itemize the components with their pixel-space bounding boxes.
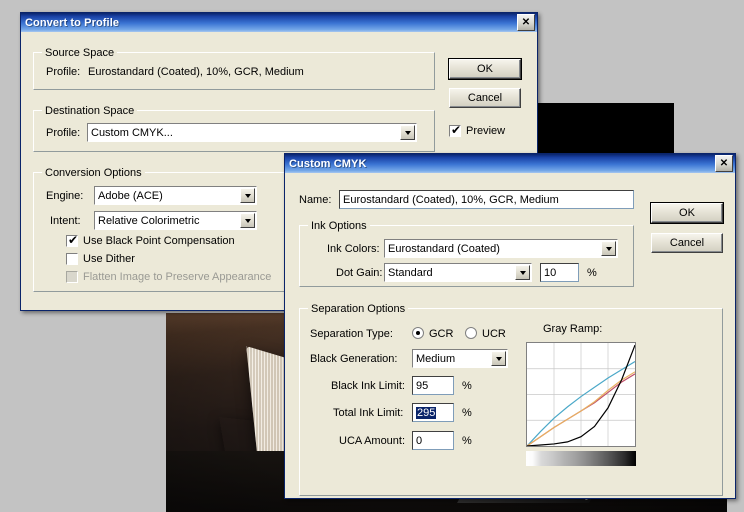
total-ink-limit-unit: % — [462, 407, 472, 419]
chevron-down-icon[interactable] — [515, 265, 530, 280]
convert-dialog-titlebar[interactable]: Convert to Profile ✕ — [21, 13, 537, 32]
source-space-group: Source Space Profile: Eurostandard (Coat… — [33, 47, 435, 90]
chevron-down-icon[interactable] — [601, 241, 616, 256]
destination-space-title: Destination Space — [42, 105, 138, 117]
preview-label: Preview — [466, 125, 506, 137]
dot-gain-label: Dot Gain: — [336, 267, 383, 279]
destination-profile-value: Custom CMYK... — [91, 126, 173, 139]
uca-amount-value: 0 — [416, 434, 423, 447]
close-icon[interactable]: ✕ — [715, 155, 733, 172]
black-ink-limit-input[interactable]: 95 — [412, 376, 454, 395]
separation-type-gcr-label: GCR — [429, 328, 454, 340]
flatten-image-label: Flatten Image to Preserve Appearance — [83, 271, 272, 283]
separation-type-gcr-radio[interactable] — [412, 327, 424, 339]
black-ink-limit-value: 95 — [416, 379, 429, 392]
intent-value: Relative Colorimetric — [98, 214, 200, 227]
separation-options-title: Separation Options — [308, 303, 409, 315]
black-point-compensation-checkbox[interactable]: ✔ — [66, 233, 79, 247]
gray-ramp-chart — [526, 342, 636, 447]
black-image-block — [525, 103, 674, 157]
source-profile-label: Profile: — [46, 66, 81, 78]
black-generation-label: Black Generation: — [310, 353, 398, 365]
custom-cmyk-ok-button[interactable]: OK — [650, 202, 724, 224]
separation-type-ucr-label: UCR — [482, 328, 506, 340]
use-dither-checkbox[interactable] — [66, 253, 78, 265]
intent-label: Intent: — [50, 215, 81, 227]
radio-dot-icon — [416, 331, 420, 335]
uca-amount-label: UCA Amount: — [339, 435, 406, 447]
check-icon: ✔ — [451, 123, 462, 137]
dot-gain-unit: % — [587, 267, 597, 279]
ink-options-group: Ink Options Ink Colors: Eurostandard (Co… — [299, 220, 634, 287]
gray-ramp-curves — [527, 343, 635, 446]
custom-cmyk-dialog: Custom CMYK ✕ Name: Eurostandard (Coated… — [284, 153, 736, 499]
black-ink-limit-label: Black Ink Limit: — [331, 380, 405, 392]
gray-ramp-label: Gray Ramp: — [543, 323, 603, 335]
chevron-down-icon[interactable] — [240, 188, 255, 203]
convert-ok-button[interactable]: OK — [448, 58, 522, 80]
destination-profile-label: Profile: — [46, 127, 81, 139]
source-space-title: Source Space — [42, 47, 118, 59]
convert-dialog-title: Convert to Profile — [25, 16, 120, 29]
name-label: Name: — [299, 194, 332, 206]
black-generation-combo[interactable]: Medium — [412, 349, 508, 368]
custom-cmyk-cancel-button[interactable]: Cancel — [651, 233, 723, 253]
profile-name-input[interactable]: Eurostandard (Coated), 10%, GCR, Medium — [339, 190, 634, 209]
dot-gain-amount-value: 10 — [544, 266, 557, 279]
uca-amount-unit: % — [462, 435, 472, 447]
chevron-down-icon[interactable] — [400, 125, 415, 140]
engine-combo[interactable]: Adobe (ACE) — [94, 186, 257, 205]
conversion-options-title: Conversion Options — [42, 167, 145, 179]
profile-name-value: Eurostandard (Coated), 10%, GCR, Medium — [343, 193, 559, 206]
ink-options-title: Ink Options — [308, 220, 370, 232]
black-point-compensation-label: Use Black Point Compensation — [83, 235, 235, 247]
ink-colors-value: Eurostandard (Coated) — [388, 242, 500, 255]
source-profile-value: Eurostandard (Coated), 10%, GCR, Medium — [88, 66, 304, 78]
engine-label: Engine: — [46, 190, 84, 202]
destination-space-group: Destination Space Profile: Custom CMYK..… — [33, 105, 435, 152]
preview-checkbox[interactable]: ✔ — [449, 123, 462, 137]
chevron-down-icon[interactable] — [240, 213, 255, 228]
flatten-image-checkbox — [66, 271, 78, 283]
total-ink-limit-value: 295 — [416, 406, 437, 419]
ink-colors-combo[interactable]: Eurostandard (Coated) — [384, 239, 618, 258]
dot-gain-amount-input[interactable]: 10 — [540, 263, 579, 282]
dot-gain-combo[interactable]: Standard — [384, 263, 532, 282]
dot-gain-value: Standard — [388, 266, 433, 279]
use-dither-label: Use Dither — [83, 253, 135, 265]
total-ink-limit-label: Total Ink Limit: — [333, 407, 404, 419]
total-ink-limit-input[interactable]: 295 — [412, 403, 454, 422]
uca-amount-input[interactable]: 0 — [412, 431, 454, 450]
chevron-down-icon[interactable] — [491, 351, 506, 366]
separation-type-label: Separation Type: — [310, 328, 393, 340]
custom-cmyk-body: Name: Eurostandard (Coated), 10%, GCR, M… — [285, 173, 735, 498]
convert-cancel-button[interactable]: Cancel — [449, 88, 521, 108]
black-ink-limit-unit: % — [462, 380, 472, 392]
separation-type-ucr-radio[interactable] — [465, 327, 477, 339]
intent-combo[interactable]: Relative Colorimetric — [94, 211, 257, 230]
destination-profile-combo[interactable]: Custom CMYK... — [87, 123, 417, 142]
conversion-options-group: Conversion Options Engine: Adobe (ACE) I… — [33, 167, 285, 292]
gray-ramp-gradient-strip — [526, 451, 636, 466]
custom-cmyk-title: Custom CMYK — [289, 157, 367, 170]
custom-cmyk-titlebar[interactable]: Custom CMYK ✕ — [285, 154, 735, 173]
engine-value: Adobe (ACE) — [98, 189, 163, 202]
ink-colors-label: Ink Colors: — [327, 243, 380, 255]
check-icon: ✔ — [68, 233, 79, 247]
separation-options-group: Separation Options Separation Type: GCR … — [299, 303, 723, 496]
black-generation-value: Medium — [416, 352, 456, 365]
close-icon[interactable]: ✕ — [517, 14, 535, 31]
